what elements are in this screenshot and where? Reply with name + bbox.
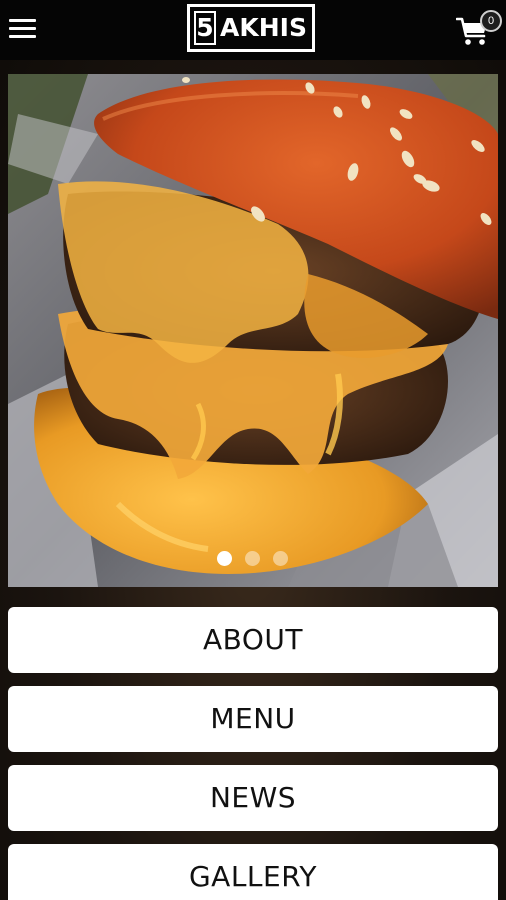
hamburger-line: [9, 19, 36, 22]
slide-dot-2[interactable]: [245, 551, 260, 566]
top-bar: 5 AKHIS 0: [0, 0, 506, 60]
hero-slider[interactable]: [8, 74, 498, 587]
hamburger-line: [9, 35, 36, 38]
gallery-button[interactable]: GALLERY: [8, 844, 498, 900]
slide-dot-1[interactable]: [217, 551, 232, 566]
logo-text: AKHIS: [220, 13, 307, 42]
app-screen: 5 AKHIS 0 ABOUT MENU NEWS GALLERY: [0, 0, 506, 900]
burger-photo: [8, 74, 498, 587]
menu-button[interactable]: MENU: [8, 686, 498, 752]
logo-number-box: 5: [194, 11, 216, 45]
cart-button[interactable]: 0: [456, 10, 502, 50]
brand-logo[interactable]: 5 AKHIS: [187, 4, 315, 52]
hamburger-menu-icon[interactable]: [9, 17, 36, 41]
slide-dot-3[interactable]: [273, 551, 288, 566]
about-button[interactable]: ABOUT: [8, 607, 498, 673]
hamburger-line: [9, 27, 36, 30]
slider-pagination: [0, 551, 506, 567]
news-button[interactable]: NEWS: [8, 765, 498, 831]
cart-count-badge: 0: [480, 10, 502, 32]
